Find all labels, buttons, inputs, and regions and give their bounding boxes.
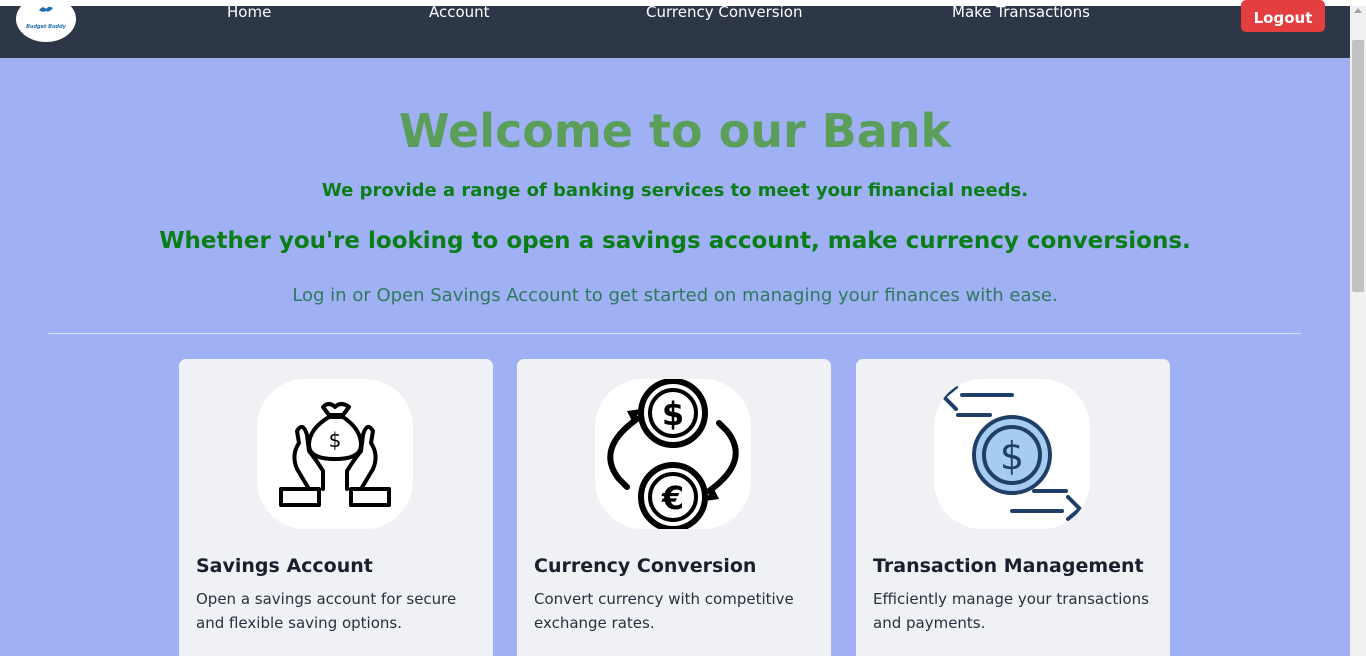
bird-logo-icon: [39, 6, 53, 12]
hero-title: Welcome to our Bank: [398, 104, 952, 158]
navbar: Budget Buddy Home Account Currency Conve…: [0, 0, 1350, 58]
card-savings-account[interactable]: $ Savings Account Open a savings account…: [179, 359, 493, 656]
logo-text: Budget Buddy: [26, 24, 66, 30]
card-title: Currency Conversion: [534, 555, 757, 577]
hero-tagline: Whether you're looking to open a savings…: [159, 228, 1191, 254]
nav-link-account[interactable]: Account: [429, 3, 490, 21]
card-image: $ €: [595, 379, 751, 529]
svg-text:€: €: [661, 479, 684, 517]
nav-link-home[interactable]: Home: [227, 3, 271, 21]
nav-link-currency-conversion[interactable]: Currency Conversion: [646, 3, 802, 21]
logo[interactable]: Budget Buddy: [16, 0, 76, 42]
card-description: Convert currency with competitive exchan…: [534, 590, 794, 632]
card-currency-conversion[interactable]: $ € Currency Conversion Convert currency…: [517, 359, 831, 656]
section-divider: [48, 333, 1301, 334]
scroll-up-arrow-icon[interactable]: [1354, 8, 1362, 13]
card-description: Efficiently manage your transactions and…: [873, 590, 1149, 632]
nav-link-make-transactions[interactable]: Make Transactions: [952, 3, 1090, 21]
dollar-transfer-icon: $: [942, 385, 1082, 521]
hero-cta-text: Log in or Open Savings Account to get st…: [292, 285, 1058, 306]
currency-exchange-icon: $ €: [607, 379, 739, 529]
page-scrollbar[interactable]: [1350, 6, 1366, 656]
card-image: $: [934, 379, 1090, 529]
card-image: $: [257, 379, 413, 529]
card-title: Transaction Management: [873, 555, 1144, 577]
svg-text:$: $: [1000, 434, 1024, 478]
logout-button[interactable]: Logout: [1241, 0, 1325, 32]
scrollbar-thumb[interactable]: [1352, 40, 1364, 292]
hero-subtitle: We provide a range of banking services t…: [321, 180, 1029, 201]
svg-text:$: $: [662, 395, 684, 433]
svg-text:$: $: [329, 428, 342, 452]
card-title: Savings Account: [196, 555, 373, 577]
card-transaction-management[interactable]: $ Transaction Management Efficiently man…: [856, 359, 1170, 656]
card-description: Open a savings account for secure and fl…: [196, 590, 457, 632]
money-bag-hands-icon: $: [279, 402, 391, 507]
